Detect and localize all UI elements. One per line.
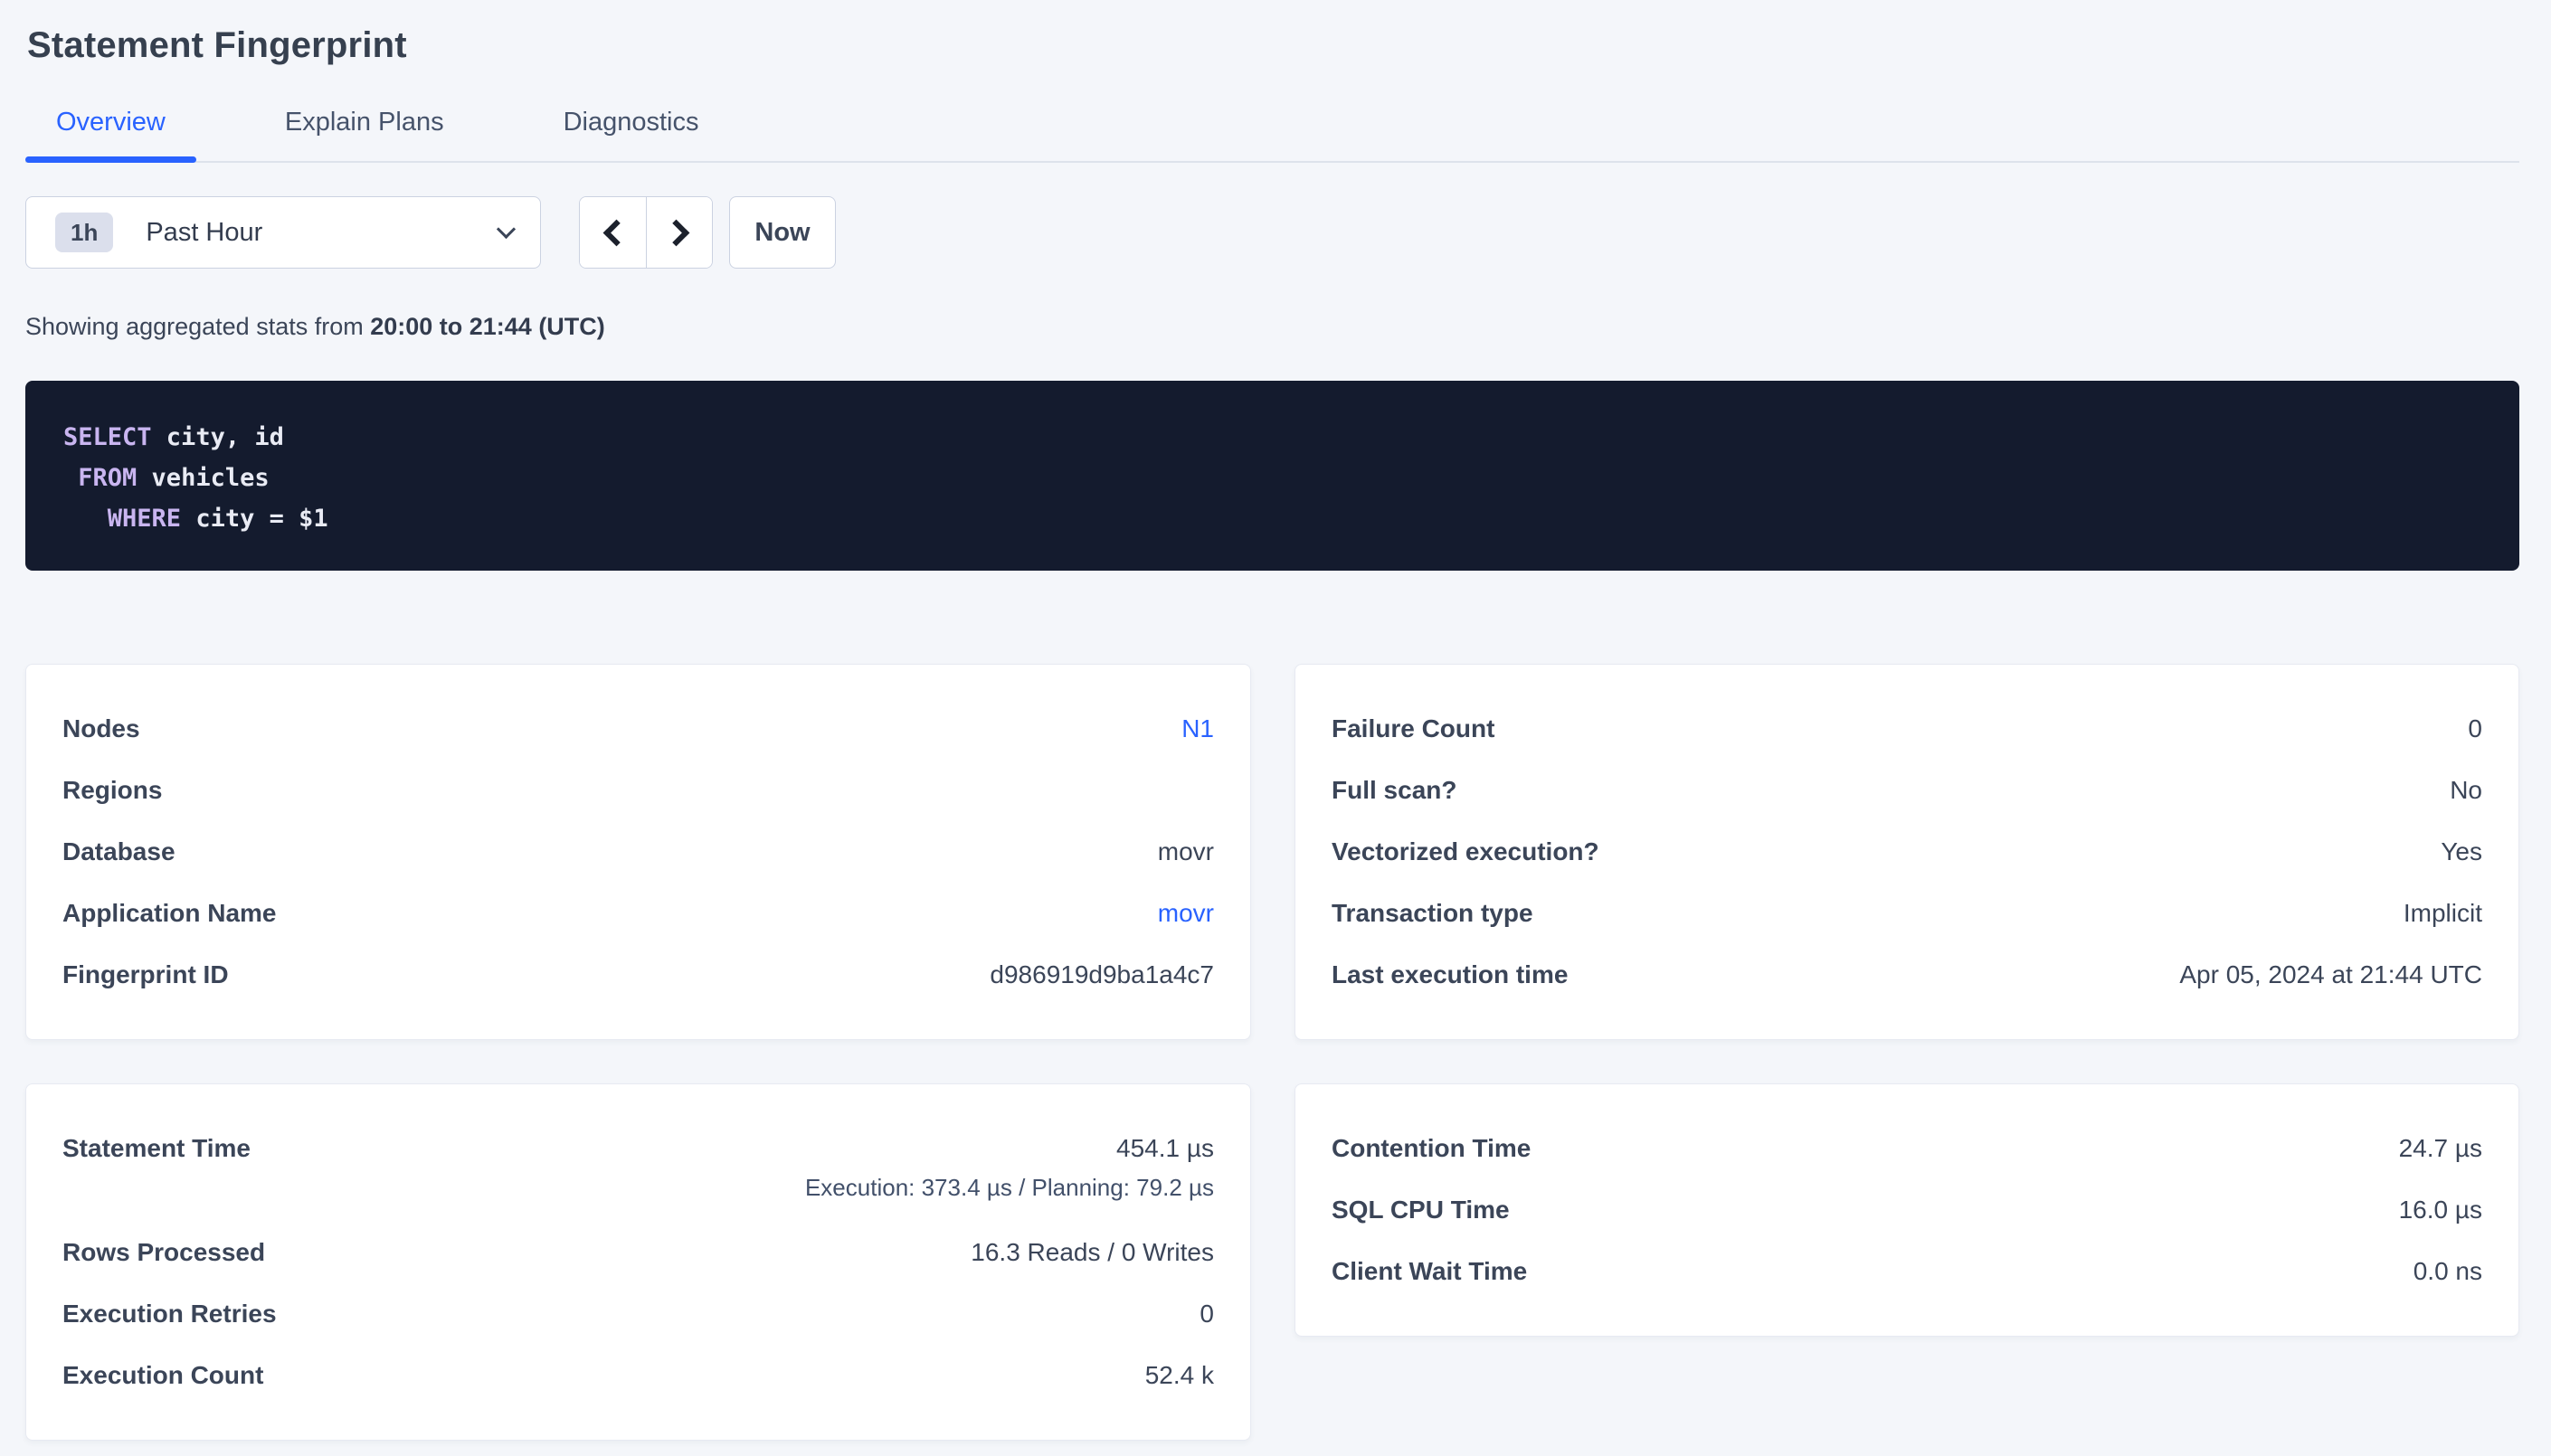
statement-time-stats-card: Statement Time 454.1 µs Execution: 373.4… (25, 1083, 1251, 1441)
stat-row-database: Database movr (62, 837, 1214, 867)
stat-label: Application Name (62, 898, 276, 929)
stat-subvalue: Execution: 373.4 µs / Planning: 79.2 µs (805, 1168, 1214, 1206)
stat-value: 52.4 k (1145, 1360, 1214, 1391)
stat-value: Implicit (2404, 898, 2482, 929)
stat-label: Vectorized execution? (1332, 837, 1599, 867)
stat-label: Fingerprint ID (62, 960, 229, 990)
sql-statement-box: SELECT city, id FROM vehicles WHERE city… (25, 381, 2519, 571)
stats-caption-range: 20:00 to 21:44 (UTC) (370, 313, 605, 340)
stat-label: Statement Time (62, 1133, 251, 1164)
chevron-right-icon (662, 219, 689, 246)
time-range-dropdown[interactable]: 1h Past Hour (25, 196, 541, 269)
stat-value: Yes (2441, 837, 2482, 867)
stat-row-rows-processed: Rows Processed 16.3 Reads / 0 Writes (62, 1237, 1214, 1268)
sql-indent (63, 464, 78, 492)
stat-row-regions: Regions (62, 775, 1214, 806)
aggregated-stats-caption: Showing aggregated stats from 20:00 to 2… (25, 313, 2519, 341)
stat-label: Execution Count (62, 1360, 263, 1391)
nodes-link[interactable]: N1 (1181, 714, 1214, 744)
chevron-left-icon (603, 219, 631, 246)
stat-label: Nodes (62, 714, 140, 744)
tab-diagnostics[interactable]: Diagnostics (533, 108, 730, 161)
stat-row-failure-count: Failure Count 0 (1332, 714, 2482, 744)
stat-value: 24.7 µs (2399, 1133, 2482, 1164)
stat-value: 16.0 µs (2399, 1195, 2482, 1225)
stat-value: 454.1 µs (1116, 1134, 1214, 1162)
stat-row-execution-retries: Execution Retries 0 (62, 1299, 1214, 1329)
sql-text: city = $1 (181, 505, 328, 533)
time-range-label: Past Hour (146, 218, 262, 248)
stat-label: Client Wait Time (1332, 1256, 1527, 1287)
sql-text: vehicles (137, 464, 269, 492)
tab-overview[interactable]: Overview (25, 108, 196, 161)
stat-label: Database (62, 837, 175, 867)
tab-bar: Overview Explain Plans Diagnostics (25, 108, 2519, 163)
stat-row-transaction-type: Transaction type Implicit (1332, 898, 2482, 929)
stat-value: 0 (2468, 714, 2482, 744)
stat-row-contention-time: Contention Time 24.7 µs (1332, 1133, 2482, 1164)
time-interval-badge: 1h (55, 213, 113, 252)
tab-explain-plans[interactable]: Explain Plans (254, 108, 475, 161)
statement-fingerprint-page: Statement Fingerprint Overview Explain P… (0, 0, 2551, 1441)
time-step-buttons (579, 196, 713, 269)
execution-attributes-card: Failure Count 0 Full scan? No Vectorized… (1294, 664, 2519, 1040)
stat-value: 16.3 Reads / 0 Writes (971, 1237, 1214, 1268)
next-time-button[interactable] (646, 197, 712, 268)
sql-indent (63, 505, 108, 533)
stat-value: No (2450, 775, 2482, 806)
page-title: Statement Fingerprint (27, 25, 2519, 66)
stat-row-statement-time: Statement Time 454.1 µs Execution: 373.4… (62, 1133, 1214, 1206)
timing-stats-card: Contention Time 24.7 µs SQL CPU Time 16.… (1294, 1083, 2519, 1337)
stat-label: Contention Time (1332, 1133, 1531, 1164)
now-button[interactable]: Now (729, 196, 836, 269)
stat-label: Full scan? (1332, 775, 1456, 806)
stat-label: Last execution time (1332, 960, 1568, 990)
stat-row-client-wait-time: Client Wait Time 0.0 ns (1332, 1256, 2482, 1287)
stat-row-full-scan: Full scan? No (1332, 775, 2482, 806)
stat-value: 0.0 ns (2413, 1256, 2482, 1287)
stat-row-last-execution-time: Last execution time Apr 05, 2024 at 21:4… (1332, 960, 2482, 990)
sql-keyword: WHERE (108, 505, 181, 533)
stat-value: d986919d9ba1a4c7 (990, 960, 1214, 990)
stat-value: Apr 05, 2024 at 21:44 UTC (2179, 960, 2482, 990)
stat-label: Rows Processed (62, 1237, 265, 1268)
stat-row-application-name: Application Name movr (62, 898, 1214, 929)
application-name-link[interactable]: movr (1158, 898, 1214, 929)
stat-label: Execution Retries (62, 1299, 277, 1329)
stats-card-grid: Nodes N1 Regions Database movr Applicati… (25, 664, 2519, 1441)
stat-value: movr (1158, 837, 1214, 867)
stat-row-fingerprint-id: Fingerprint ID d986919d9ba1a4c7 (62, 960, 1214, 990)
prev-time-button[interactable] (580, 197, 646, 268)
stat-label: Regions (62, 775, 162, 806)
stat-row-vectorized: Vectorized execution? Yes (1332, 837, 2482, 867)
sql-text: city, id (152, 423, 284, 451)
stats-caption-prefix: Showing aggregated stats from (25, 313, 370, 340)
chevron-down-icon (497, 220, 516, 239)
statement-details-card: Nodes N1 Regions Database movr Applicati… (25, 664, 1251, 1040)
stat-row-sql-cpu-time: SQL CPU Time 16.0 µs (1332, 1195, 2482, 1225)
stat-value: 0 (1200, 1299, 1214, 1329)
sql-keyword: SELECT (63, 423, 152, 451)
sql-keyword: FROM (78, 464, 137, 492)
time-controls: 1h Past Hour Now (25, 196, 2519, 269)
stat-label: Failure Count (1332, 714, 1494, 744)
stat-label: SQL CPU Time (1332, 1195, 1510, 1225)
stat-row-execution-count: Execution Count 52.4 k (62, 1360, 1214, 1391)
stat-row-nodes: Nodes N1 (62, 714, 1214, 744)
stat-label: Transaction type (1332, 898, 1533, 929)
